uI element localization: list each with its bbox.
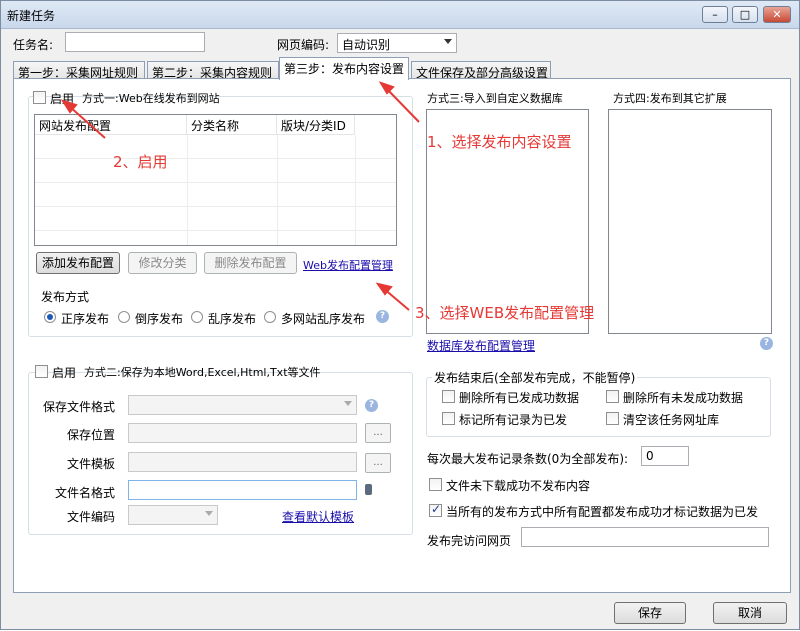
tab-step3[interactable]: 第三步：发布内容设置: [279, 57, 409, 80]
arrow-2: [68, 105, 106, 139]
annotation-arrows: [60, 81, 420, 311]
dialog-window: 新建任务 – □ ✕ 任务名: 网页编码: 自动识别 第一步：采集网址规则 第二…: [0, 0, 800, 630]
arrow-1: [384, 86, 420, 123]
cancel-button[interactable]: 取消: [713, 602, 787, 624]
save-button[interactable]: 保存: [614, 602, 686, 624]
arrow-1-head: [378, 81, 395, 95]
